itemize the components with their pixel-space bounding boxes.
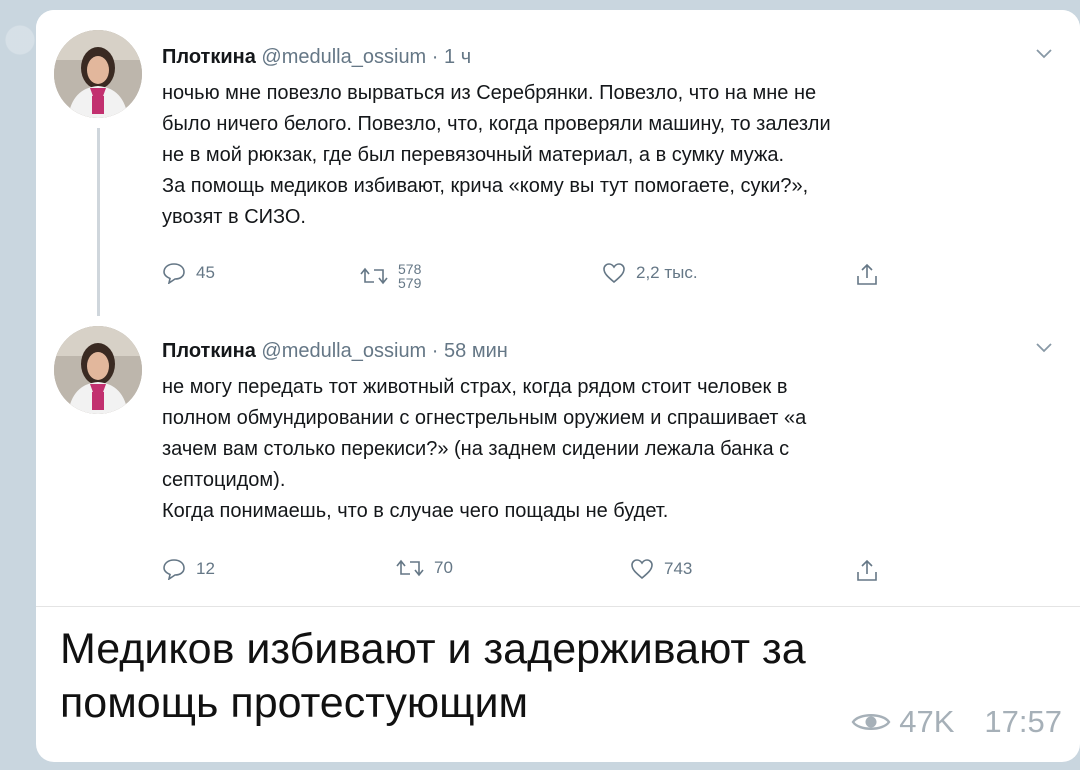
retweet-icon <box>396 559 424 577</box>
like-button[interactable]: 743 <box>630 558 692 580</box>
eye-icon <box>851 714 891 730</box>
like-count: 2,2 тыс. <box>636 263 698 282</box>
separator-dot: · <box>431 46 439 68</box>
reply-button[interactable]: 12 <box>162 558 215 580</box>
heart-icon <box>603 263 625 284</box>
reply-icon <box>163 559 185 580</box>
author-handle[interactable]: @medulla_ossium <box>261 340 426 362</box>
tweet-time[interactable]: 58 мин <box>444 340 508 362</box>
share-button[interactable] <box>856 558 878 582</box>
message-meta: 47K 17:57 <box>851 704 1062 740</box>
retweet-counter-animating: 578 579 <box>398 262 421 290</box>
tweet-screenshot[interactable]: Плоткина @medulla_ossium · 1 ч ночью мне… <box>36 10 1080 600</box>
chevron-down-icon[interactable] <box>1036 46 1052 64</box>
like-button[interactable]: 2,2 тыс. <box>602 262 698 284</box>
avatar-image <box>54 326 142 414</box>
tweet-line: было ничего белого. Повезло, что, когда … <box>162 113 831 135</box>
tweet-line: зачем вам столько перекиси?» (на заднем … <box>162 438 790 460</box>
share-button[interactable] <box>856 262 878 286</box>
avatar[interactable] <box>54 326 142 414</box>
reply-button[interactable]: 45 <box>162 262 215 284</box>
chevron-down-icon[interactable] <box>1036 340 1052 358</box>
message-caption: Медиков избивают и задерживают за помощь… <box>60 622 960 730</box>
retweet-count-new: 579 <box>398 275 422 291</box>
tweet-text: ночью мне повезло вырваться из Серебрянк… <box>162 78 1062 233</box>
view-count: 47K <box>899 704 955 739</box>
tweet-text: не могу передать тот животный страх, ког… <box>162 372 1062 527</box>
tweet-header: Плоткина @medulla_ossium · 58 мин <box>162 340 508 363</box>
caption-line: Медиков избивают и задерживают за <box>60 625 806 673</box>
retweet-button[interactable]: 578 579 <box>360 262 421 290</box>
retweet-icon <box>360 267 388 285</box>
divider <box>36 606 1080 607</box>
caption-line: помощь протестующим <box>60 679 529 727</box>
tweet-line: не в мой рюкзак, где был перевязочный ма… <box>162 144 785 166</box>
heart-icon <box>631 559 653 580</box>
retweet-count-old: 578 <box>398 261 422 277</box>
tweet-actions: 45 578 579 2,2 тыс. <box>162 262 882 292</box>
tweet-line: не могу передать тот животный страх, ког… <box>162 376 788 398</box>
author-handle[interactable]: @medulla_ossium <box>261 46 426 68</box>
share-icon <box>857 263 877 285</box>
reply-count: 45 <box>196 263 215 282</box>
reply-icon <box>163 263 185 284</box>
tweet-line: полном обмундировании с огнестрельным ор… <box>162 407 807 429</box>
retweet-button[interactable]: 70 <box>396 558 453 578</box>
share-icon <box>857 559 877 581</box>
tweet-line: септоцидом). <box>162 469 286 491</box>
message-bubble[interactable]: Плоткина @medulla_ossium · 1 ч ночью мне… <box>36 10 1080 762</box>
like-count: 743 <box>664 559 693 578</box>
thread-connector <box>97 128 100 316</box>
tweet-line: ночью мне повезло вырваться из Серебрянк… <box>162 82 817 104</box>
reply-count: 12 <box>196 559 215 578</box>
tweet-actions: 12 70 743 <box>162 558 882 588</box>
retweet-count: 70 <box>434 558 453 577</box>
message-time: 17:57 <box>984 704 1062 739</box>
avatar-image <box>54 30 142 118</box>
tweet-line: За помощь медиков избивают, крича «кому … <box>162 175 809 197</box>
tweet-line: Когда понимаешь, что в случае чего пощад… <box>162 500 669 522</box>
tweet-time[interactable]: 1 ч <box>444 46 471 68</box>
tweet-header: Плоткина @medulla_ossium · 1 ч <box>162 46 471 69</box>
author-name[interactable]: Плоткина <box>162 46 256 68</box>
separator-dot: · <box>431 340 439 362</box>
author-name[interactable]: Плоткина <box>162 340 256 362</box>
avatar[interactable] <box>54 30 142 118</box>
tweet-line: увозят в СИЗО. <box>162 206 306 228</box>
